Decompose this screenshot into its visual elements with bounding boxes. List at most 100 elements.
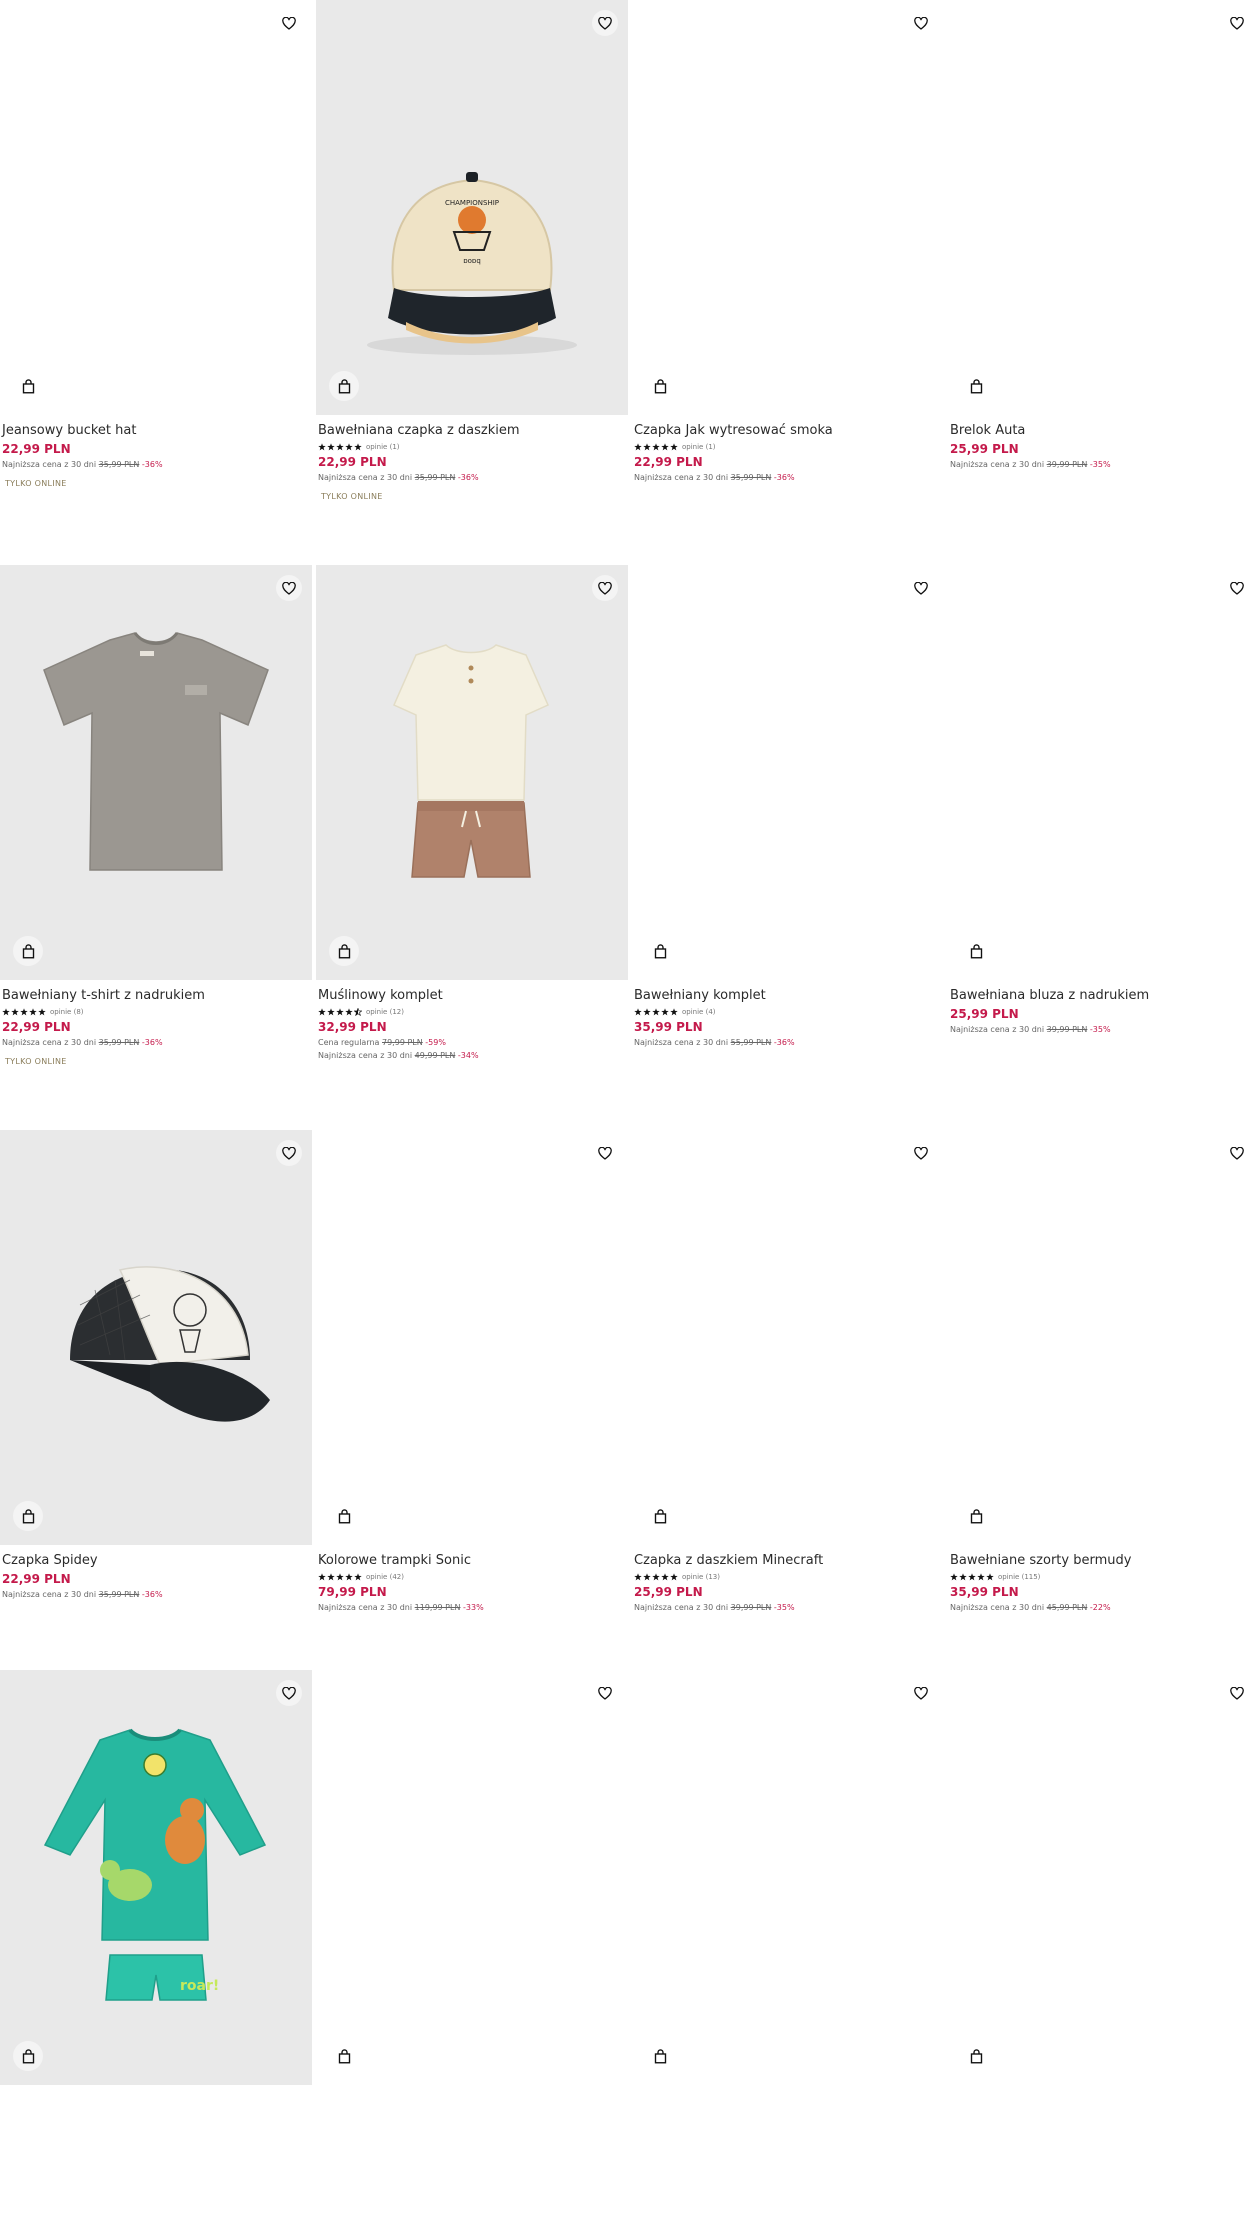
product-card[interactable]	[632, 1670, 944, 2235]
product-name[interactable]: Jeansowy bucket hat	[2, 422, 302, 439]
star-icon	[327, 1573, 335, 1581]
shopping-bag-icon[interactable]	[13, 936, 43, 966]
heart-icon[interactable]	[592, 1140, 618, 1166]
heart-icon[interactable]	[276, 575, 302, 601]
product-name[interactable]: Czapka Spidey	[2, 1552, 302, 1569]
review-count[interactable]: opinie (1)	[366, 443, 400, 451]
product-name[interactable]: Bawełniany t-shirt z nadrukiem	[2, 987, 302, 1004]
shopping-bag-icon[interactable]	[645, 936, 675, 966]
heart-icon[interactable]	[276, 1140, 302, 1166]
product-card[interactable]: Bawełniana bluza z nadrukiem 25,99 PLN Naj…	[948, 565, 1250, 1130]
product-image[interactable]	[632, 1670, 944, 2085]
lowest-price-label: Najniższa cena z 30 dni	[2, 460, 99, 469]
review-count[interactable]: opinie (13)	[682, 1573, 720, 1581]
product-card[interactable]: Bawełniane szorty bermudy opinie (115) 35,…	[948, 1130, 1250, 1695]
product-image[interactable]	[632, 1130, 944, 1545]
shopping-bag-icon[interactable]	[961, 1501, 991, 1531]
product-image[interactable]	[948, 1130, 1250, 1545]
product-image[interactable]	[316, 1670, 628, 2085]
star-icon	[336, 443, 344, 451]
product-image[interactable]: CHAMPIONSHIP ɒoɒq	[316, 0, 628, 415]
product-image[interactable]	[948, 1670, 1250, 2085]
heart-icon[interactable]	[908, 10, 934, 36]
review-count[interactable]: opinie (8)	[50, 1008, 84, 1016]
heart-icon[interactable]	[592, 1680, 618, 1706]
product-name[interactable]: Bawełniane szorty bermudy	[950, 1552, 1250, 1569]
shopping-bag-icon[interactable]	[329, 936, 359, 966]
product-image[interactable]	[316, 1130, 628, 1545]
rating: opinie (1)	[318, 442, 618, 452]
product-name[interactable]: Kolorowe trampki Sonic	[318, 1552, 618, 1569]
shopping-bag-icon[interactable]	[13, 2041, 43, 2071]
product-image[interactable]	[0, 1130, 312, 1545]
review-count[interactable]: opinie (1)	[682, 443, 716, 451]
heart-icon[interactable]	[592, 10, 618, 36]
heart-icon[interactable]	[276, 1680, 302, 1706]
heart-icon[interactable]	[1224, 1680, 1250, 1706]
product-card[interactable]: Kolorowe trampki Sonic opinie (42) 79,99 P…	[316, 1130, 628, 1695]
product-card[interactable]: Czapka Spidey 22,99 PLN Najniższa cena z 3…	[0, 1130, 312, 1695]
shopping-bag-icon[interactable]	[645, 2041, 675, 2071]
lowest-price-old: 45,99 PLN	[1046, 1603, 1088, 1612]
product-card[interactable]: roar!	[0, 1670, 312, 2235]
product-name[interactable]: Bawełniana czapka z daszkiem	[318, 422, 618, 439]
shopping-bag-icon[interactable]	[13, 1501, 43, 1531]
review-count[interactable]: opinie (42)	[366, 1573, 404, 1581]
heart-icon[interactable]	[908, 1680, 934, 1706]
heart-icon[interactable]	[908, 575, 934, 601]
lowest-price-old: 39,99 PLN	[1046, 1025, 1088, 1034]
product-image[interactable]	[0, 0, 312, 415]
product-name[interactable]: Czapka Jak wytresować smoka	[634, 422, 934, 439]
lowest-price-discount: -36%	[455, 473, 479, 482]
review-count[interactable]: opinie (115)	[998, 1573, 1040, 1581]
heart-icon[interactable]	[1224, 10, 1250, 36]
shopping-bag-icon[interactable]	[961, 936, 991, 966]
shopping-bag-icon[interactable]	[329, 371, 359, 401]
star-icon	[318, 1008, 326, 1016]
heart-icon[interactable]	[1224, 575, 1250, 601]
product-card[interactable]: Bawełniany t-shirt z nadrukiem opinie (8)…	[0, 565, 312, 1130]
shopping-bag-icon[interactable]	[961, 2041, 991, 2071]
lowest-price-30-days: Najniższa cena z 30 dni 35,99 PLN -36%	[634, 473, 934, 483]
heart-icon[interactable]	[1224, 1140, 1250, 1166]
lowest-price-old: 39,99 PLN	[1046, 460, 1088, 469]
product-image[interactable]	[316, 565, 628, 980]
star-icon	[986, 1573, 994, 1581]
heart-icon[interactable]	[908, 1140, 934, 1166]
heart-icon[interactable]	[276, 10, 302, 36]
review-count[interactable]: opinie (12)	[366, 1008, 404, 1016]
product-card[interactable]: Czapka Jak wytresować smoka opinie (1) 22,…	[632, 0, 944, 565]
product-card[interactable]: Muślinowy komplet opinie (12) 32,99 PLN Cen…	[316, 565, 628, 1130]
product-image[interactable]	[948, 0, 1250, 415]
product-card[interactable]: Jeansowy bucket hat 22,99 PLN Najniższa ce…	[0, 0, 312, 565]
product-card[interactable]: Bawełniany komplet opinie (4) 35,99 PLN Naj…	[632, 565, 944, 1130]
product-card[interactable]: CHAMPIONSHIP ɒoɒq Bawełniana czapka z da…	[316, 0, 628, 565]
product-name[interactable]: Czapka z daszkiem Minecraft	[634, 1552, 934, 1569]
lowest-price-label: Najniższa cena z 30 dni	[950, 1603, 1047, 1612]
product-name[interactable]: Bawełniany komplet	[634, 987, 934, 1004]
shopping-bag-icon[interactable]	[645, 1501, 675, 1531]
product-name[interactable]: Muślinowy komplet	[318, 987, 618, 1004]
shopping-bag-icon[interactable]	[13, 371, 43, 401]
product-image[interactable]	[948, 565, 1250, 980]
shopping-bag-icon[interactable]	[645, 371, 675, 401]
product-card[interactable]	[316, 1670, 628, 2235]
review-count[interactable]: opinie (4)	[682, 1008, 716, 1016]
product-name[interactable]: Brelok Auta	[950, 422, 1250, 439]
shopping-bag-icon[interactable]	[329, 1501, 359, 1531]
product-image[interactable]: roar!	[0, 1670, 312, 2085]
product-name[interactable]: Bawełniana bluza z nadrukiem	[950, 987, 1250, 1004]
product-image[interactable]	[0, 565, 312, 980]
product-image[interactable]	[632, 565, 944, 980]
rating: opinie (12)	[318, 1007, 618, 1017]
product-card[interactable]	[948, 1670, 1250, 2235]
heart-icon[interactable]	[592, 575, 618, 601]
lowest-price-30-days: Najniższa cena z 30 dni 35,99 PLN -36%	[2, 460, 302, 470]
shopping-bag-icon[interactable]	[961, 371, 991, 401]
rating: opinie (13)	[634, 1572, 934, 1582]
star-rating	[318, 1008, 362, 1016]
product-card[interactable]: Brelok Auta 25,99 PLN Najniższa cena z 30 …	[948, 0, 1250, 565]
shopping-bag-icon[interactable]	[329, 2041, 359, 2071]
product-image[interactable]	[632, 0, 944, 415]
product-card[interactable]: Czapka z daszkiem Minecraft opinie (13) 25…	[632, 1130, 944, 1695]
